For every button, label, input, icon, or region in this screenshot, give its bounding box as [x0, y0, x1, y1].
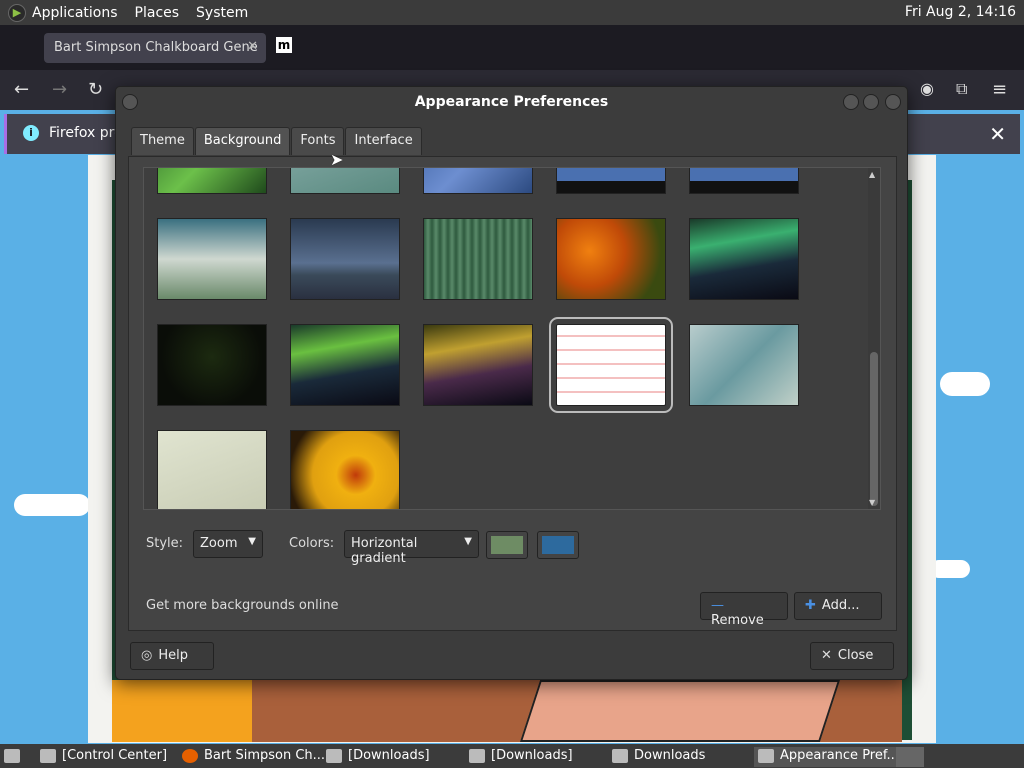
extensions-icon[interactable]: ⧉ [956, 79, 967, 99]
dialog-title: Appearance Preferences [414, 94, 609, 110]
minus-icon: — [711, 598, 724, 613]
close-tab-icon[interactable]: ✕ [247, 39, 258, 54]
dropdown-arrow-icon: ▼ [464, 536, 472, 547]
wallpaper-thumbnail[interactable] [157, 324, 267, 406]
wallpaper-thumbnail[interactable] [423, 324, 533, 406]
reload-icon[interactable]: ↻ [88, 79, 103, 100]
close-window-icon[interactable] [885, 94, 901, 110]
minimize-icon[interactable] [843, 94, 859, 110]
wallpaper-thumbnail[interactable] [290, 168, 400, 194]
wallpaper-thumbnail[interactable] [689, 168, 799, 194]
back-icon[interactable]: ← [14, 79, 29, 100]
top-panel: ▶ Applications Places System Fri Aug 2, … [0, 0, 1024, 25]
wallpaper-gallery: ▲ ▼ [143, 167, 881, 510]
folder-icon [469, 748, 485, 763]
desk-drawing [519, 680, 841, 742]
close-notice-icon[interactable]: ✕ [989, 122, 1006, 146]
orange-wall [112, 680, 252, 742]
appearance-icon [758, 748, 774, 763]
wallpaper-thumbnail-selected[interactable] [549, 317, 673, 413]
control-center-icon [40, 748, 56, 763]
scroll-up-icon[interactable]: ▲ [869, 170, 875, 179]
tab-interface[interactable]: Interface [345, 127, 422, 155]
plus-icon: ✚ [805, 598, 816, 613]
wallpaper-thumbnail[interactable] [290, 324, 400, 406]
wallpaper-thumbnail[interactable] [290, 218, 400, 300]
bottom-taskbar: [Control Center] Bart Simpson Ch... [Dow… [0, 744, 1024, 768]
wallpaper-thumbnail[interactable] [157, 218, 267, 300]
wallpaper-thumbnail[interactable] [157, 430, 267, 509]
help-button[interactable]: ◎ Help [130, 642, 214, 670]
taskbar-item-downloads-2[interactable]: [Downloads] [469, 747, 573, 767]
info-icon: i [23, 125, 39, 141]
wallpaper-thumbnail[interactable] [556, 168, 666, 194]
colors-label: Colors: [289, 536, 335, 551]
folder-icon [612, 748, 628, 763]
style-label: Style: [146, 536, 184, 551]
gallery-scrollbar[interactable]: ▲ ▼ [868, 168, 880, 509]
firefox-tab[interactable]: Bart Simpson Chalkboard Gene ✕ [44, 33, 266, 63]
tab-title: Bart Simpson Chalkboard Gene [54, 40, 258, 55]
show-desktop-icon[interactable] [4, 747, 26, 767]
m-favicon-icon: m [276, 37, 292, 53]
taskbar-item-firefox[interactable]: Bart Simpson Ch... [182, 747, 325, 767]
mate-logo-icon[interactable]: ▶ [8, 3, 26, 22]
workspace-switcher[interactable] [896, 747, 924, 767]
forward-icon[interactable]: → [52, 79, 67, 100]
taskbar-item-downloads-1[interactable]: [Downloads] [326, 747, 430, 767]
folder-icon [326, 748, 342, 763]
wallpaper-thumbnail[interactable] [689, 218, 799, 300]
window-menu-icon[interactable] [122, 94, 138, 110]
firefox-tab-2[interactable]: m [276, 37, 476, 59]
places-menu[interactable]: Places [135, 5, 180, 21]
menu-icon[interactable]: ≡ [992, 79, 1007, 100]
taskbar-item-downloads-3[interactable]: Downloads [612, 747, 705, 767]
dropdown-arrow-icon: ▼ [248, 536, 256, 547]
system-menu[interactable]: System [196, 5, 248, 21]
applications-menu[interactable]: Applications [32, 5, 118, 21]
wallpaper-thumbnail[interactable] [157, 168, 267, 194]
appearance-preferences-dialog: Appearance Preferences Theme Background … [115, 86, 908, 680]
wallpaper-thumbnail[interactable] [423, 218, 533, 300]
style-value: Zoom [200, 536, 238, 551]
style-dropdown[interactable]: Zoom ▼ [193, 530, 263, 558]
scroll-down-icon[interactable]: ▼ [869, 498, 875, 507]
color-swatch [542, 536, 574, 554]
taskbar-item-control-center[interactable]: [Control Center] [40, 747, 167, 767]
wallpaper-thumbnail[interactable] [423, 168, 533, 194]
firefox-tabbar: Bart Simpson Chalkboard Gene ✕ m [0, 25, 1024, 70]
secondary-color-button[interactable] [537, 531, 579, 559]
scrollbar-thumb[interactable] [870, 352, 878, 506]
clock[interactable]: Fri Aug 2, 14:16 [905, 4, 1016, 20]
cloud-decoration [940, 372, 990, 396]
cloud-decoration [14, 494, 90, 516]
color-swatch [491, 536, 523, 554]
tab-background[interactable]: Background [194, 127, 291, 155]
wallpaper-thumbnail[interactable] [556, 218, 666, 300]
more-backgrounds-link[interactable]: Get more backgrounds online [146, 598, 339, 613]
close-button[interactable]: ✕ Close [810, 642, 894, 670]
add-button[interactable]: ✚ Add... [794, 592, 882, 620]
help-icon: ◎ [141, 648, 153, 663]
wallpaper-thumbnail[interactable] [689, 324, 799, 406]
firefox-icon [182, 748, 198, 763]
colors-value: Horizontal gradient [351, 536, 418, 566]
cloud-decoration [930, 560, 970, 578]
maximize-icon[interactable] [863, 94, 879, 110]
primary-color-button[interactable] [486, 531, 528, 559]
close-icon: ✕ [821, 648, 832, 663]
remove-button[interactable]: —Remove [700, 592, 788, 628]
colors-dropdown[interactable]: Horizontal gradient ▼ [344, 530, 479, 566]
background-panel: ▲ ▼ Style: Zoom ▼ Colors: Horizontal gra… [128, 156, 897, 631]
account-icon[interactable]: ◉ [920, 79, 934, 98]
wallpaper-thumbnail[interactable] [290, 430, 400, 509]
tab-theme[interactable]: Theme [131, 127, 194, 155]
mouse-cursor-icon: ➤ [330, 150, 344, 169]
tab-bar: Theme Background Fonts Interface [131, 127, 423, 157]
taskbar-item-appearance[interactable]: Appearance Pref... [754, 747, 903, 767]
